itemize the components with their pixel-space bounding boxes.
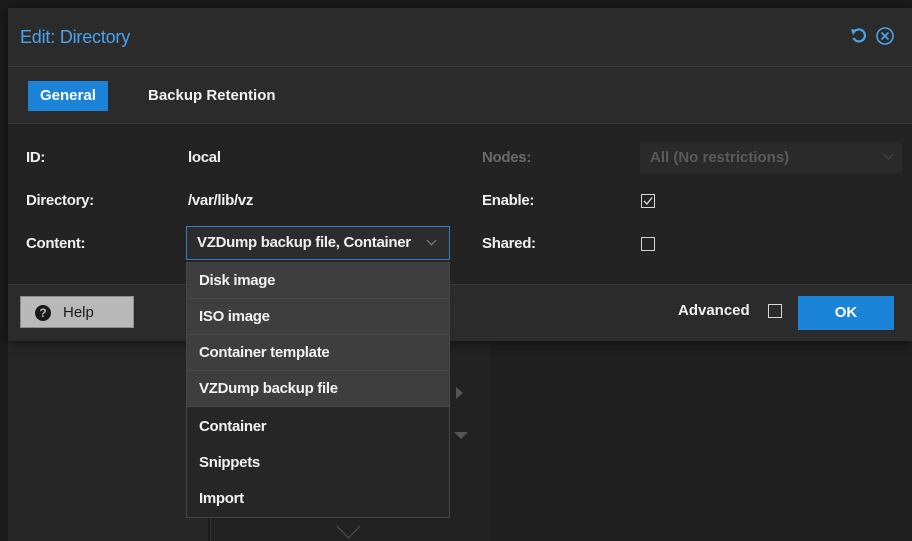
content-select-value: VZDump backup file, Container — [197, 234, 411, 251]
content-dropdown-list: Disk image ISO image Container template … — [186, 262, 450, 518]
directory-value: /var/lib/vz — [188, 192, 254, 209]
dropdown-option-import[interactable]: Import — [187, 481, 449, 517]
id-label: ID: — [26, 149, 46, 166]
edit-directory-dialog: Edit: Directory General Backup Retention… — [8, 8, 912, 341]
nodes-select: All (No restrictions) — [640, 143, 902, 173]
ok-button[interactable]: OK — [798, 296, 894, 330]
background-panel-right — [490, 340, 912, 541]
dropdown-option-iso-image[interactable]: ISO image — [187, 299, 449, 335]
close-circle-icon[interactable] — [874, 25, 896, 47]
dialog-title: Edit: Directory — [20, 27, 131, 47]
shared-checkbox[interactable] — [641, 237, 655, 251]
tab-bar: General Backup Retention — [8, 67, 912, 124]
shared-label: Shared: — [482, 235, 536, 252]
chevron-down-icon — [883, 149, 894, 160]
advanced-label: Advanced — [678, 302, 750, 319]
advanced-checkbox[interactable] — [768, 304, 782, 318]
id-value: local — [188, 149, 221, 166]
check-icon — [643, 197, 653, 206]
background-panel-left — [8, 340, 208, 541]
dialog-footer: ? Help Advanced OK — [8, 284, 912, 341]
caret-down-icon — [454, 432, 468, 439]
content-label: Content: — [26, 235, 86, 252]
enable-checkbox[interactable] — [641, 194, 655, 208]
caret-right-icon — [456, 387, 463, 399]
help-button[interactable]: ? Help — [20, 296, 134, 328]
directory-label: Directory: — [26, 192, 94, 209]
chevron-down-icon[interactable] — [426, 235, 437, 246]
question-circle-icon: ? — [35, 305, 51, 321]
content-select[interactable]: VZDump backup file, Container — [186, 226, 450, 260]
dropdown-option-container-template[interactable]: Container template — [187, 335, 449, 371]
reset-icon[interactable] — [848, 25, 870, 47]
dialog-titlebar: Edit: Directory — [8, 8, 912, 67]
nodes-label: Nodes: — [482, 149, 532, 166]
enable-label: Enable: — [482, 192, 535, 209]
tab-backup-retention[interactable]: Backup Retention — [136, 81, 288, 111]
help-button-label: Help — [63, 304, 94, 321]
dropdown-option-snippets[interactable]: Snippets — [187, 445, 449, 481]
nodes-select-value: All (No restrictions) — [650, 149, 790, 166]
tab-general[interactable]: General — [28, 81, 108, 111]
dropdown-option-vzdump-backup-file[interactable]: VZDump backup file — [187, 371, 449, 407]
dropdown-option-disk-image[interactable]: Disk image — [187, 263, 449, 299]
dropdown-option-container[interactable]: Container — [187, 409, 449, 445]
